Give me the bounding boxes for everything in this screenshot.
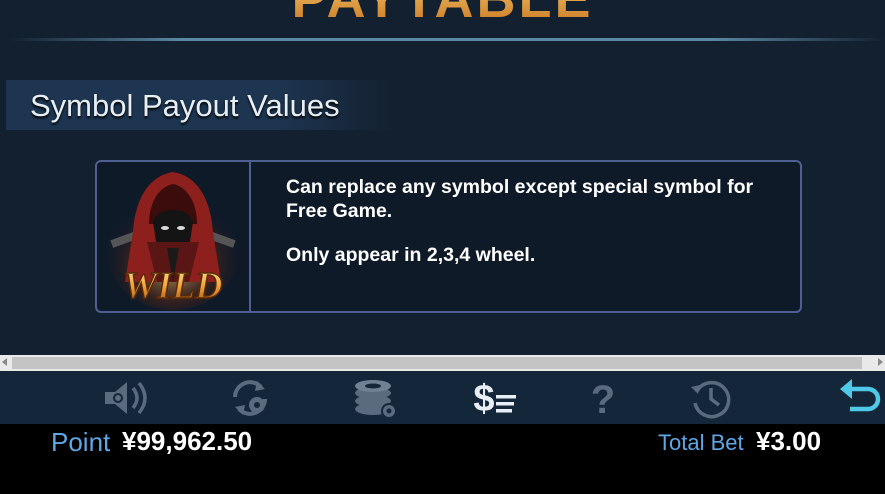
wild-label: WILD — [123, 265, 222, 307]
scroll-thumb[interactable] — [12, 357, 862, 369]
back-button[interactable] — [834, 377, 884, 419]
status-bar: Point ¥99,962.50 Total Bet ¥3.00 — [0, 424, 885, 494]
sound-button[interactable] — [101, 377, 151, 419]
section-header: Symbol Payout Values — [6, 80, 396, 130]
autoplay-icon — [233, 380, 267, 416]
scroll-right-icon[interactable] — [878, 358, 883, 366]
description-line-1: Can replace any symbol except special sy… — [286, 176, 754, 222]
section-title: Symbol Payout Values — [30, 88, 340, 123]
point-value: ¥99,962.50 — [122, 426, 253, 456]
bet-settings-button[interactable] — [350, 377, 400, 419]
paytable-icon: $ — [473, 378, 516, 419]
wild-symbol-image: WILD — [97, 162, 251, 311]
chips-settings-icon — [355, 380, 397, 419]
speaker-icon — [105, 381, 147, 415]
symbol-description: Can replace any symbol except special sy… — [286, 175, 766, 287]
total-bet-value: ¥3.00 — [756, 426, 822, 456]
history-button[interactable] — [686, 377, 736, 419]
paytable-button[interactable]: $ — [470, 377, 520, 419]
scroll-left-icon[interactable] — [2, 358, 7, 366]
title-divider — [10, 38, 885, 41]
help-button[interactable]: ? — [578, 377, 628, 419]
point-label: Point — [51, 427, 111, 457]
history-icon — [691, 380, 731, 419]
svg-text:?: ? — [591, 378, 615, 419]
description-line-2: Only appear in 2,3,4 wheel. — [286, 244, 536, 266]
autoplay-button[interactable] — [225, 377, 275, 419]
back-icon — [840, 379, 881, 412]
help-icon: ? — [591, 378, 615, 419]
paytable-panel: PAYTABLE Symbol Payout Values — [0, 0, 885, 358]
wild-symbol-icon: WILD — [107, 172, 239, 310]
symbol-card: WILD Can replace any symbol except speci… — [95, 160, 802, 313]
page-title: PAYTABLE — [0, 0, 885, 30]
bottom-toolbar: $ ? — [0, 371, 885, 424]
svg-text:$: $ — [473, 378, 494, 419]
horizontal-scrollbar[interactable] — [0, 355, 885, 371]
total-bet-label: Total Bet — [658, 430, 744, 455]
